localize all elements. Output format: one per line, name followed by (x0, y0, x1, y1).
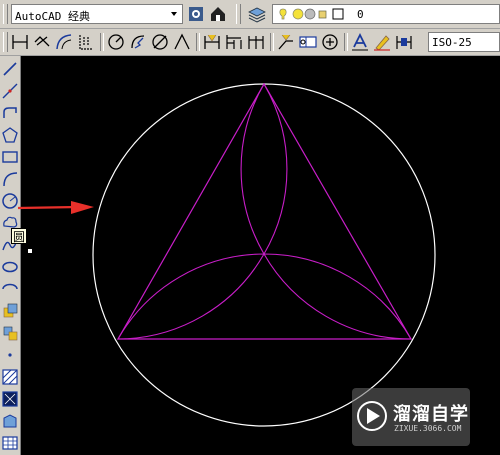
toolbar-grip[interactable] (3, 4, 8, 24)
baseline-dimension-button[interactable] (224, 32, 244, 52)
arc-length-button[interactable] (54, 32, 74, 52)
polyline-button[interactable] (1, 104, 19, 122)
continue-icon (248, 36, 264, 49)
quick-leader-button[interactable] (276, 32, 296, 52)
point-button[interactable] (1, 346, 19, 364)
ordinate-dim-icon (79, 35, 93, 50)
table-button[interactable] (1, 434, 19, 452)
leader-icon (278, 34, 293, 50)
quick-dim-icon (204, 34, 220, 49)
angular-icon (174, 33, 190, 50)
tolerance-button[interactable] (298, 32, 318, 52)
layer-combo-value: 0 (357, 8, 364, 21)
point-icon (8, 353, 12, 357)
aligned-dimension-button[interactable] (32, 32, 52, 52)
baseline-icon (226, 35, 242, 49)
construction-line-button[interactable] (1, 82, 19, 100)
workspace-combo-value: AutoCAD 经典 (15, 10, 90, 23)
region-button[interactable] (1, 412, 19, 430)
jogged-dimension-button[interactable] (128, 32, 148, 52)
petal-left (117, 253, 265, 340)
workspace-combo[interactable]: AutoCAD 经典 (11, 4, 183, 24)
make-block-button[interactable] (1, 324, 19, 342)
center-mark-icon (322, 34, 338, 50)
continue-dimension-button[interactable] (246, 32, 266, 52)
red-arrow-annotation (17, 201, 94, 214)
pencil-icon (374, 35, 390, 51)
arc-icon (3, 172, 18, 187)
dimension-text-edit-button[interactable] (372, 32, 392, 52)
drawing-canvas[interactable] (21, 56, 500, 455)
dimension-toolbar: ISO-25 (0, 29, 500, 56)
quick-dimension-button[interactable] (202, 32, 222, 52)
diameter-icon (152, 34, 168, 50)
gradient-icon (2, 391, 18, 407)
make-block-icon (3, 326, 18, 341)
toolbar-grip[interactable] (236, 4, 241, 24)
center-mark-button[interactable] (320, 32, 340, 52)
arc-length-icon (56, 34, 72, 50)
dimension-edit-button[interactable] (350, 32, 370, 52)
toolbar-separator (196, 33, 200, 51)
layer-state-icons (279, 8, 344, 20)
ellipse-icon (2, 261, 18, 273)
polygon-button[interactable] (1, 126, 19, 144)
petal-top (240, 82, 288, 256)
gradient-button[interactable] (1, 390, 19, 408)
toolbar-separator (270, 33, 274, 51)
gear-icon (189, 7, 203, 21)
workspace-icon (211, 7, 225, 21)
radius-icon (108, 34, 124, 50)
angular-dimension-button[interactable] (172, 32, 192, 52)
aligned-dim-icon (34, 36, 50, 47)
dimension-update-button[interactable] (394, 32, 414, 52)
rectangle-icon (2, 151, 18, 163)
insert-block-button[interactable] (1, 302, 19, 320)
arc-button[interactable] (1, 170, 19, 188)
ellipse-button[interactable] (1, 258, 19, 276)
diameter-dimension-button[interactable] (150, 32, 170, 52)
hatch-button[interactable] (1, 368, 19, 386)
watermark-text: 溜溜自学 (393, 404, 469, 425)
table-icon (2, 436, 18, 450)
dimension-style-combo[interactable]: ISO-25 (428, 32, 500, 52)
triangle (116, 82, 413, 340)
my-workspace-button[interactable] (208, 4, 228, 24)
workspaces-layers-toolbar: AutoCAD 经典 0 (0, 0, 500, 29)
petal-right (263, 253, 412, 340)
layers-icon (248, 7, 266, 23)
dim-update-icon (396, 36, 412, 49)
ellipse-arc-button[interactable] (1, 280, 19, 298)
dimension-style-value: ISO-25 (432, 36, 472, 49)
toolbar-grip[interactable] (3, 32, 8, 52)
toolbar-separator (100, 33, 104, 51)
jogged-icon (131, 35, 145, 49)
cursor-grip (27, 248, 33, 254)
polyline-icon (3, 107, 17, 118)
chevron-down-icon[interactable] (168, 7, 180, 21)
dim-edit-icon (352, 32, 368, 51)
line-icon (3, 62, 17, 76)
linear-dim-icon (12, 35, 28, 49)
polygon-icon (2, 127, 18, 143)
tolerance-icon (299, 36, 317, 48)
construction-line-icon (2, 83, 18, 99)
workspace-settings-button[interactable] (186, 4, 206, 24)
layer-combo[interactable]: 0 (272, 4, 500, 24)
radius-dimension-button[interactable] (106, 32, 126, 52)
rectangle-button[interactable] (1, 148, 19, 166)
draw-toolbar (0, 56, 21, 455)
insert-block-icon (3, 303, 18, 318)
ordinate-dimension-button[interactable] (76, 32, 96, 52)
circle-tooltip: 圆 (11, 228, 27, 244)
toolbar-separator (344, 33, 348, 51)
line-button[interactable] (1, 60, 19, 78)
linear-dimension-button[interactable] (10, 32, 30, 52)
hatch-icon (2, 369, 18, 385)
layer-properties-button[interactable] (247, 4, 267, 24)
region-icon (3, 414, 17, 428)
watermark-subtext: ZIXUE.3066.COM (394, 424, 462, 433)
ellipse-arc-icon (2, 283, 18, 290)
